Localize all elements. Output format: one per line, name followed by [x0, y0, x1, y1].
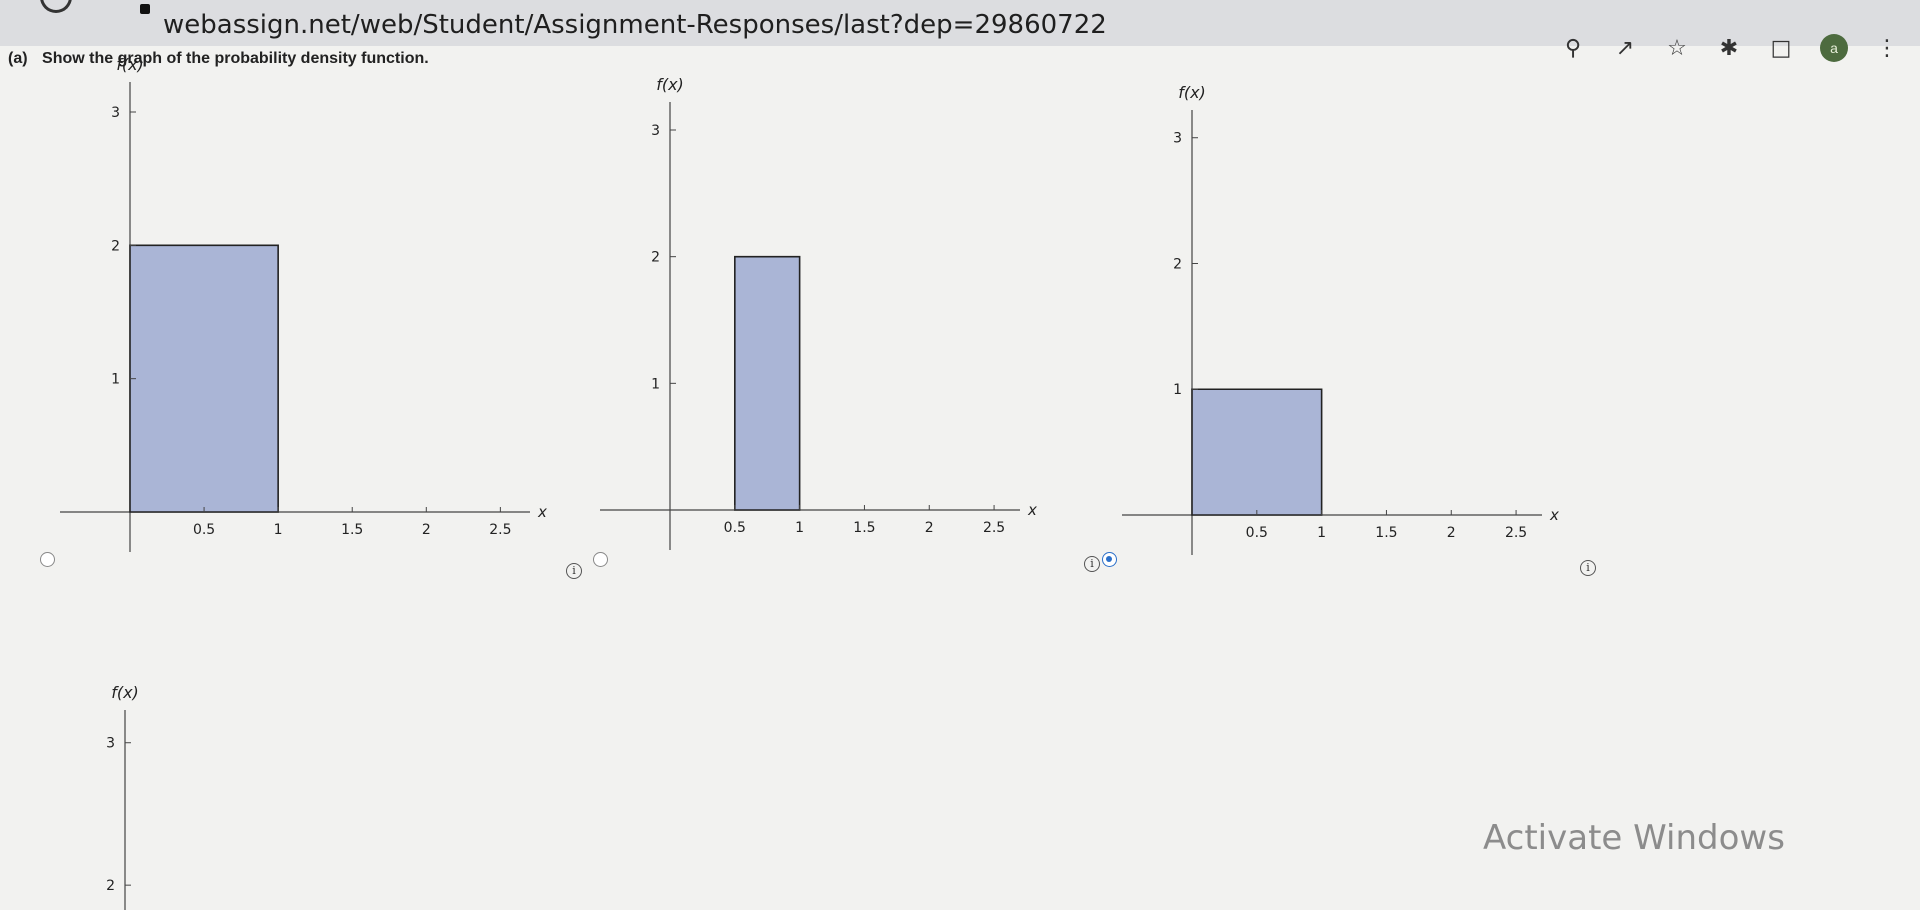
y-tick-label: 3	[1173, 131, 1182, 147]
profile-avatar[interactable]: a	[1820, 34, 1848, 62]
x-tick-label: 0.5	[724, 520, 746, 536]
radio-option-b[interactable]	[593, 552, 608, 567]
info-icon-option-a[interactable]: i	[566, 563, 582, 579]
density-region	[1191, 388, 1323, 516]
site-info-icon[interactable]	[140, 4, 150, 14]
x-tick-label: 2	[1447, 525, 1456, 541]
pdf-graph-option-c: 1 2 3 0.5 1 1.5 2 2.5 x f(x)	[1122, 83, 1559, 555]
x-tick-label: 1	[1317, 525, 1326, 541]
x-tick-label: 2.5	[983, 520, 1005, 536]
y-tick-label: 1	[1173, 382, 1182, 398]
x-tick-label: 2.5	[489, 522, 511, 538]
part-label: (a)	[8, 50, 28, 67]
extensions-icon[interactable]: ✱	[1716, 35, 1742, 61]
y-tick-label: 2	[651, 250, 660, 266]
star-icon[interactable]: ☆	[1664, 35, 1690, 61]
x-axis-label: x	[1027, 501, 1037, 519]
pdf-graph-option-d: 2 3 f(x)	[106, 683, 139, 910]
address-bar[interactable]: webassign.net/web/Student/Assignment-Res…	[163, 10, 1107, 40]
pdf-graph-option-b: 1 2 3 0.5 1 1.5 2 2.5 x f(x)	[600, 75, 1037, 550]
y-axis-label: f(x)	[1178, 83, 1206, 102]
window-icon[interactable]: □	[1768, 35, 1794, 61]
y-tick-label: 2	[1173, 256, 1182, 272]
x-axis-label: x	[537, 503, 547, 521]
y-tick-label: 2	[106, 878, 115, 894]
x-tick-label: 2	[925, 520, 934, 536]
y-tick-label: 3	[111, 105, 120, 121]
x-tick-label: 0.5	[1246, 525, 1268, 541]
y-tick-label: 1	[651, 376, 660, 392]
y-axis-label: f(x)	[111, 683, 139, 702]
back-icon[interactable]	[40, 0, 72, 13]
x-axis-label: x	[1549, 506, 1559, 524]
density-region	[129, 244, 279, 513]
radio-option-c[interactable]	[1102, 552, 1117, 567]
density-region	[734, 255, 801, 511]
search-icon[interactable]: ⚲	[1560, 35, 1586, 61]
toolbar-icons: ⚲ ↗ ☆ ✱ □ a ⋮	[1560, 34, 1900, 62]
radio-option-a[interactable]	[40, 552, 55, 567]
question-prompt: (a) Show the graph of the probability de…	[8, 50, 429, 68]
x-tick-label: 1.5	[1375, 525, 1397, 541]
x-tick-label: 1.5	[341, 522, 363, 538]
windows-activation-watermark: Activate Windows	[1483, 818, 1785, 858]
x-tick-label: 1	[795, 520, 804, 536]
y-axis-label: f(x)	[656, 75, 684, 94]
info-icon-option-b[interactable]: i	[1084, 556, 1100, 572]
prompt-text: Show the graph of the probability densit…	[42, 50, 429, 67]
x-tick-label: 2.5	[1505, 525, 1527, 541]
y-tick-label: 2	[111, 238, 120, 254]
y-axis-label: f(x)	[116, 55, 144, 74]
info-icon-option-c[interactable]: i	[1580, 560, 1596, 576]
pdf-graph-option-a: 1 2 3 0.5 1 1.5 2 2.5 x f(x)	[60, 55, 547, 552]
x-tick-label: 1.5	[853, 520, 875, 536]
y-tick-label: 1	[111, 372, 120, 388]
share-icon[interactable]: ↗	[1612, 35, 1638, 61]
x-tick-label: 1	[274, 522, 283, 538]
y-tick-label: 3	[106, 736, 115, 752]
x-tick-label: 2	[422, 522, 431, 538]
y-tick-label: 3	[651, 123, 660, 139]
menu-icon[interactable]: ⋮	[1874, 35, 1900, 61]
x-tick-label: 0.5	[193, 522, 215, 538]
